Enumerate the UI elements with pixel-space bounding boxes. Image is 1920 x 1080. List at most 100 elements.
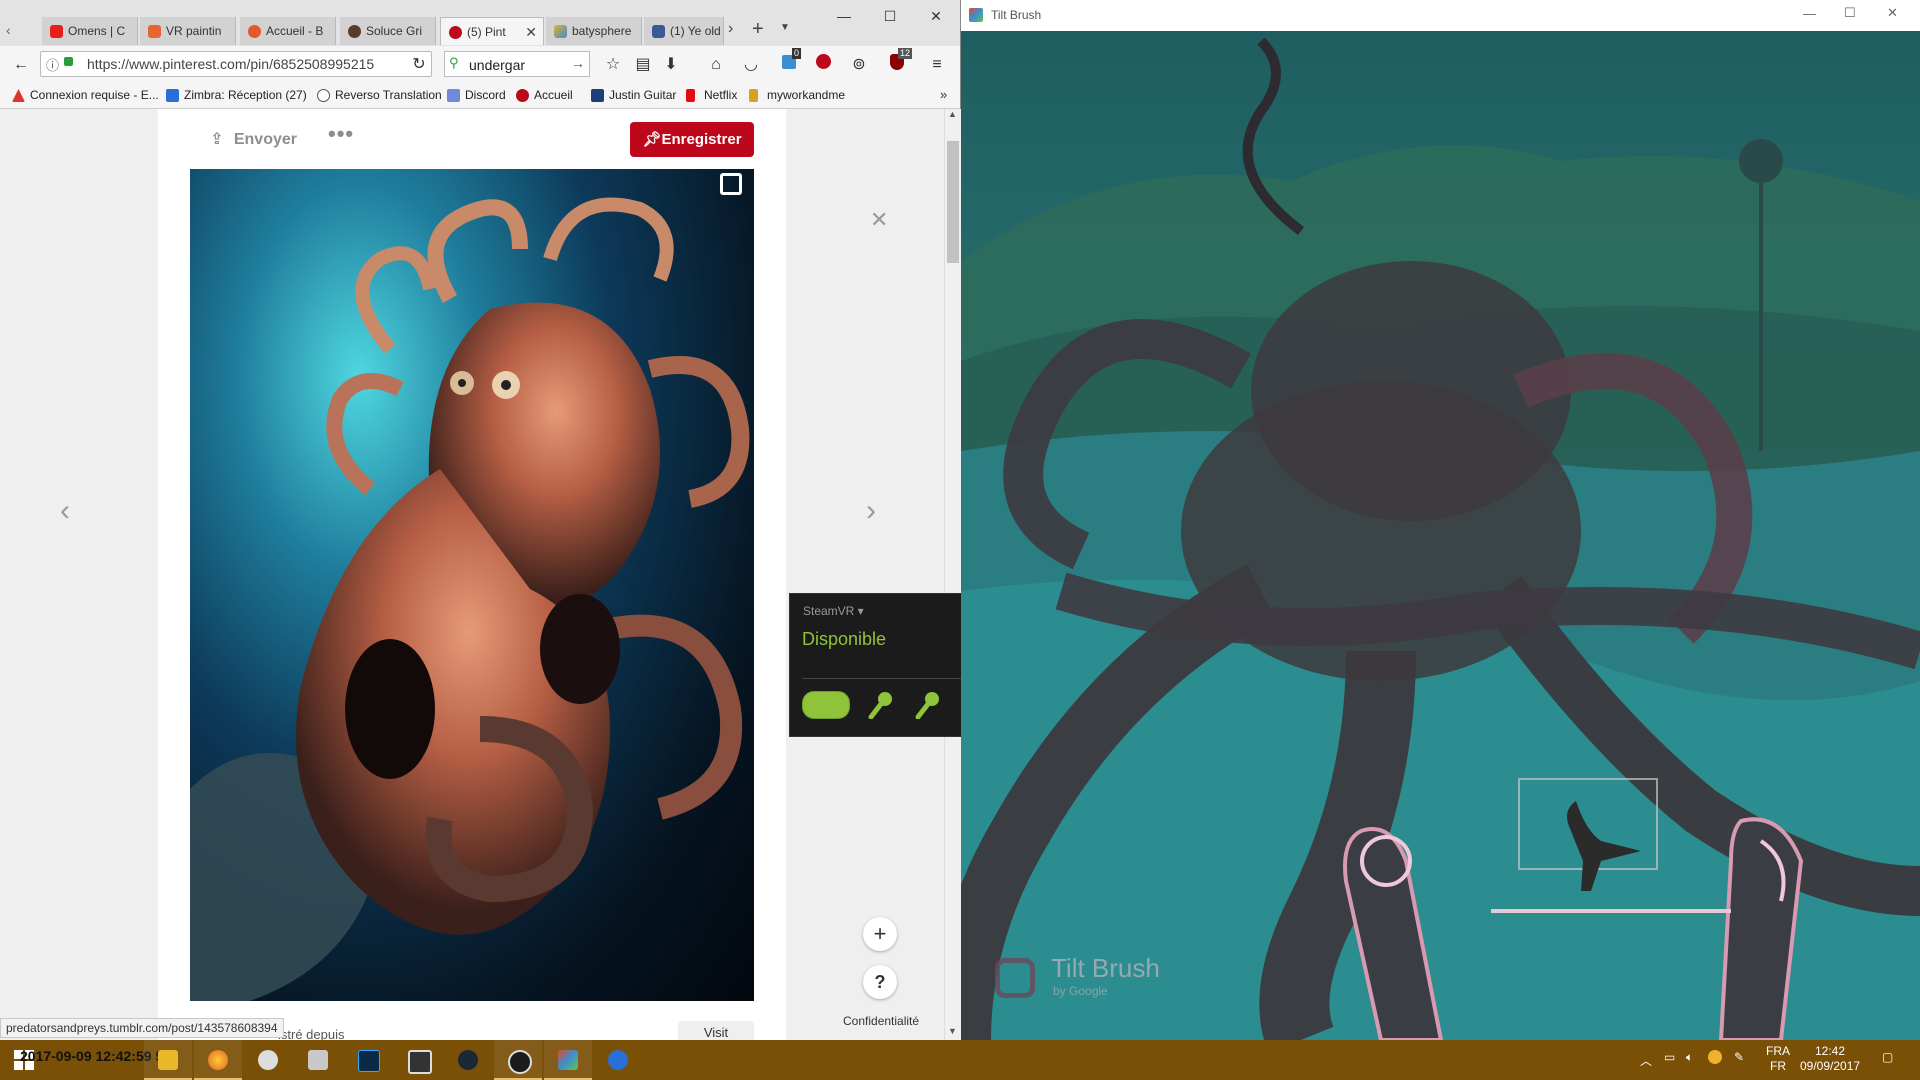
container-icon[interactable]: 0: [778, 48, 802, 76]
tiltbrush-close-button[interactable]: ✕: [1887, 5, 1898, 21]
search-go-icon[interactable]: →: [571, 55, 585, 71]
steamvr-status-text: Disponible: [802, 629, 887, 649]
tiltbrush-minimize-button[interactable]: —: [1803, 6, 1816, 21]
bookmark-item[interactable]: Reverso Translation: [317, 88, 442, 102]
help-button[interactable]: ?: [863, 965, 897, 999]
scroll-down-icon[interactable]: ▼: [948, 1026, 957, 1036]
bookmarks-overflow-icon[interactable]: »: [940, 87, 947, 102]
reload-button[interactable]: ↻: [408, 54, 430, 76]
bookmark-item[interactable]: Justin Guitar: [591, 88, 676, 102]
bookmark-item[interactable]: Netflix: [686, 88, 737, 102]
tab[interactable]: batysphere: [546, 17, 642, 45]
home-icon[interactable]: ⌂: [705, 54, 727, 76]
tiltbrush-maximize-button[interactable]: ☐: [1844, 5, 1856, 21]
info-icon[interactable]: ⓘ: [46, 55, 59, 74]
pinterest-extension-icon[interactable]: [812, 54, 834, 76]
share-icon: ⇪: [210, 131, 224, 148]
scroll-up-icon[interactable]: ▲: [948, 109, 957, 119]
ublock-badge: 12: [898, 48, 913, 59]
tab[interactable]: Soluce Gri: [340, 17, 436, 45]
tiltbrush-window-title: Tilt Brush: [991, 8, 1042, 22]
pocket-icon[interactable]: ◡: [740, 54, 762, 76]
share-button[interactable]: ⇪ Envoyer: [210, 129, 297, 149]
taskbar-app[interactable]: [144, 1040, 192, 1080]
taskbar-app[interactable]: [544, 1040, 592, 1080]
clock[interactable]: 12:42 09/09/2017: [1800, 1044, 1860, 1074]
action-center-icon[interactable]: ▢: [1882, 1050, 1893, 1064]
bookmarks-menu-icon[interactable]: ▤: [632, 54, 654, 76]
close-window-button[interactable]: ✕: [922, 4, 950, 28]
tiltbrush-app-icon: [969, 8, 983, 22]
scroll-thumb[interactable]: [947, 141, 959, 263]
search-bar[interactable]: ⚲ undergar →: [444, 51, 590, 77]
tiltbrush-titlebar: Tilt Brush — ☐ ✕: [961, 0, 1920, 32]
tab[interactable]: Accueil - B: [240, 17, 336, 45]
previous-pin-icon[interactable]: ‹: [60, 494, 70, 528]
vr-scene-view[interactable]: Tilt Brush by Google: [961, 31, 1920, 1040]
maximize-button[interactable]: ☐: [876, 4, 904, 28]
next-pin-icon[interactable]: ›: [866, 494, 876, 528]
sync-icon[interactable]: ⊚: [848, 54, 870, 76]
privacy-link[interactable]: Confidentialité: [843, 1014, 919, 1028]
tab[interactable]: Omens | C: [42, 17, 138, 45]
bookmark-item[interactable]: Zimbra: Réception (27): [166, 88, 307, 102]
search-engine-icon[interactable]: ⚲: [449, 55, 459, 71]
search-icon[interactable]: [48, 1040, 96, 1080]
firefox-window: ‹ Omens | C VR paintin Accueil - B Soluc…: [0, 0, 961, 1043]
hamburger-menu-icon[interactable]: ≡: [926, 54, 948, 76]
url-bar[interactable]: ⓘ https://www.pinterest.com/pin/68525089…: [40, 51, 432, 77]
list-tabs-button[interactable]: ▼: [780, 22, 790, 33]
bookmark-label: Zimbra: Réception (27): [184, 88, 307, 102]
back-button[interactable]: ←: [10, 54, 32, 76]
zoom-plus-button[interactable]: +: [863, 917, 897, 951]
ublock-icon[interactable]: 12: [886, 48, 913, 76]
tiltbrush-window: Tilt Brush — ☐ ✕ Tilt Brush by Google: [961, 0, 1920, 1040]
bookmark-label: Justin Guitar: [609, 88, 677, 102]
taskbar-app[interactable]: [494, 1040, 542, 1080]
pen-icon[interactable]: ✎: [1734, 1050, 1744, 1064]
close-tab-icon[interactable]: ✕: [525, 18, 537, 45]
taskbar-app[interactable]: [394, 1040, 442, 1080]
clock-date: 09/09/2017: [1800, 1059, 1861, 1073]
tab[interactable]: VR paintin: [140, 17, 236, 45]
taskbar-app[interactable]: [294, 1040, 342, 1080]
minimize-button[interactable]: —: [830, 4, 858, 28]
save-button[interactable]: 📌︎Enregistrer: [630, 122, 754, 157]
volume-icon[interactable]: 🔈︎: [1686, 1050, 1693, 1065]
vertical-scrollbar[interactable]: ▲ ▼: [944, 109, 961, 1040]
language-code: FRA: [1766, 1044, 1790, 1058]
tab-active[interactable]: (5) Pint ✕: [440, 17, 544, 45]
tab-scroll-right-button[interactable]: ›: [728, 20, 733, 38]
tab-label: Accueil - B: [266, 24, 324, 38]
tiltbrush-watermark: Tilt Brush: [1051, 953, 1160, 983]
headset-icon: [802, 691, 850, 719]
tray-overflow-icon[interactable]: ︿: [1640, 1052, 1652, 1069]
close-pin-icon[interactable]: ✕: [870, 207, 888, 233]
compass-icon: [608, 1050, 628, 1070]
bookmark-item[interactable]: Connexion requise - E...: [12, 88, 159, 102]
network-icon[interactable]: ▭: [1664, 1050, 1675, 1064]
weather-icon[interactable]: [1708, 1050, 1722, 1064]
taskbar-app[interactable]: [344, 1040, 392, 1080]
bookmark-item[interactable]: Discord: [447, 88, 506, 102]
bookmark-item[interactable]: Accueil: [516, 88, 573, 102]
task-view-icon[interactable]: [96, 1040, 144, 1080]
language-indicator[interactable]: FRA FR: [1766, 1044, 1790, 1074]
tab[interactable]: (1) Ye old: [644, 17, 724, 45]
pin-image[interactable]: [190, 169, 754, 1001]
new-tab-button[interactable]: +: [752, 18, 764, 41]
search-input[interactable]: undergar: [469, 57, 525, 73]
taskbar-app[interactable]: [594, 1040, 642, 1080]
downloads-icon[interactable]: ⬇: [660, 54, 682, 76]
zbrush-icon: [308, 1050, 328, 1070]
fullscreen-icon[interactable]: [720, 173, 742, 195]
bookmark-star-icon[interactable]: ☆: [602, 54, 624, 76]
tab-scroll-left-button[interactable]: ‹: [6, 22, 11, 38]
taskbar-app[interactable]: [244, 1040, 292, 1080]
taskbar-app[interactable]: [194, 1040, 242, 1080]
tiltbrush-logo-icon: [995, 958, 1035, 998]
more-options-icon[interactable]: •••: [328, 121, 354, 147]
bookmark-item[interactable]: myworkandme: [749, 88, 845, 102]
steamvr-menu[interactable]: SteamVR ▾: [803, 604, 864, 618]
taskbar-app[interactable]: [444, 1040, 492, 1080]
